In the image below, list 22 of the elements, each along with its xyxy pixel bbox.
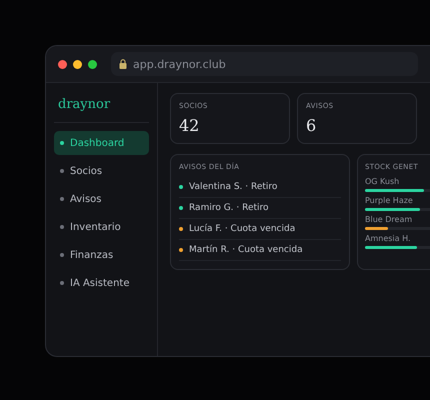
minimize-icon[interactable] [73,60,82,68]
nav-item[interactable]: Dashboard [54,131,149,155]
alert-item[interactable]: Valentina S. · Retiro [179,177,341,198]
alert-item[interactable]: Ramiro G. · Retiro [179,198,341,219]
stat-value: 6 [306,116,318,135]
alert-item[interactable]: Martín R. · Cuota vencida [179,240,341,261]
strain-name: OG Kush [365,177,400,186]
nav-item[interactable]: Avisos [54,187,149,211]
nav-item[interactable]: Inventario [54,215,149,239]
nav-item[interactable]: Socios [54,159,149,183]
strain-name: Amnesia H. [365,234,412,243]
maximize-icon[interactable] [88,60,97,68]
strain-name: Purple Haze [365,196,414,205]
close-icon[interactable] [58,60,67,68]
stat-value: 42 [179,116,200,135]
address-bar[interactable]: app.draynor.club [111,52,418,76]
logo: draynor [54,93,149,123]
nav-item[interactable]: IA Asistente [54,271,149,295]
lock-icon [119,59,127,69]
nav-item[interactable]: Finanzas [54,243,149,267]
strain-name: Blue Dream [365,215,414,224]
alert-item[interactable]: Lucía F. · Cuota vencida [179,219,341,240]
